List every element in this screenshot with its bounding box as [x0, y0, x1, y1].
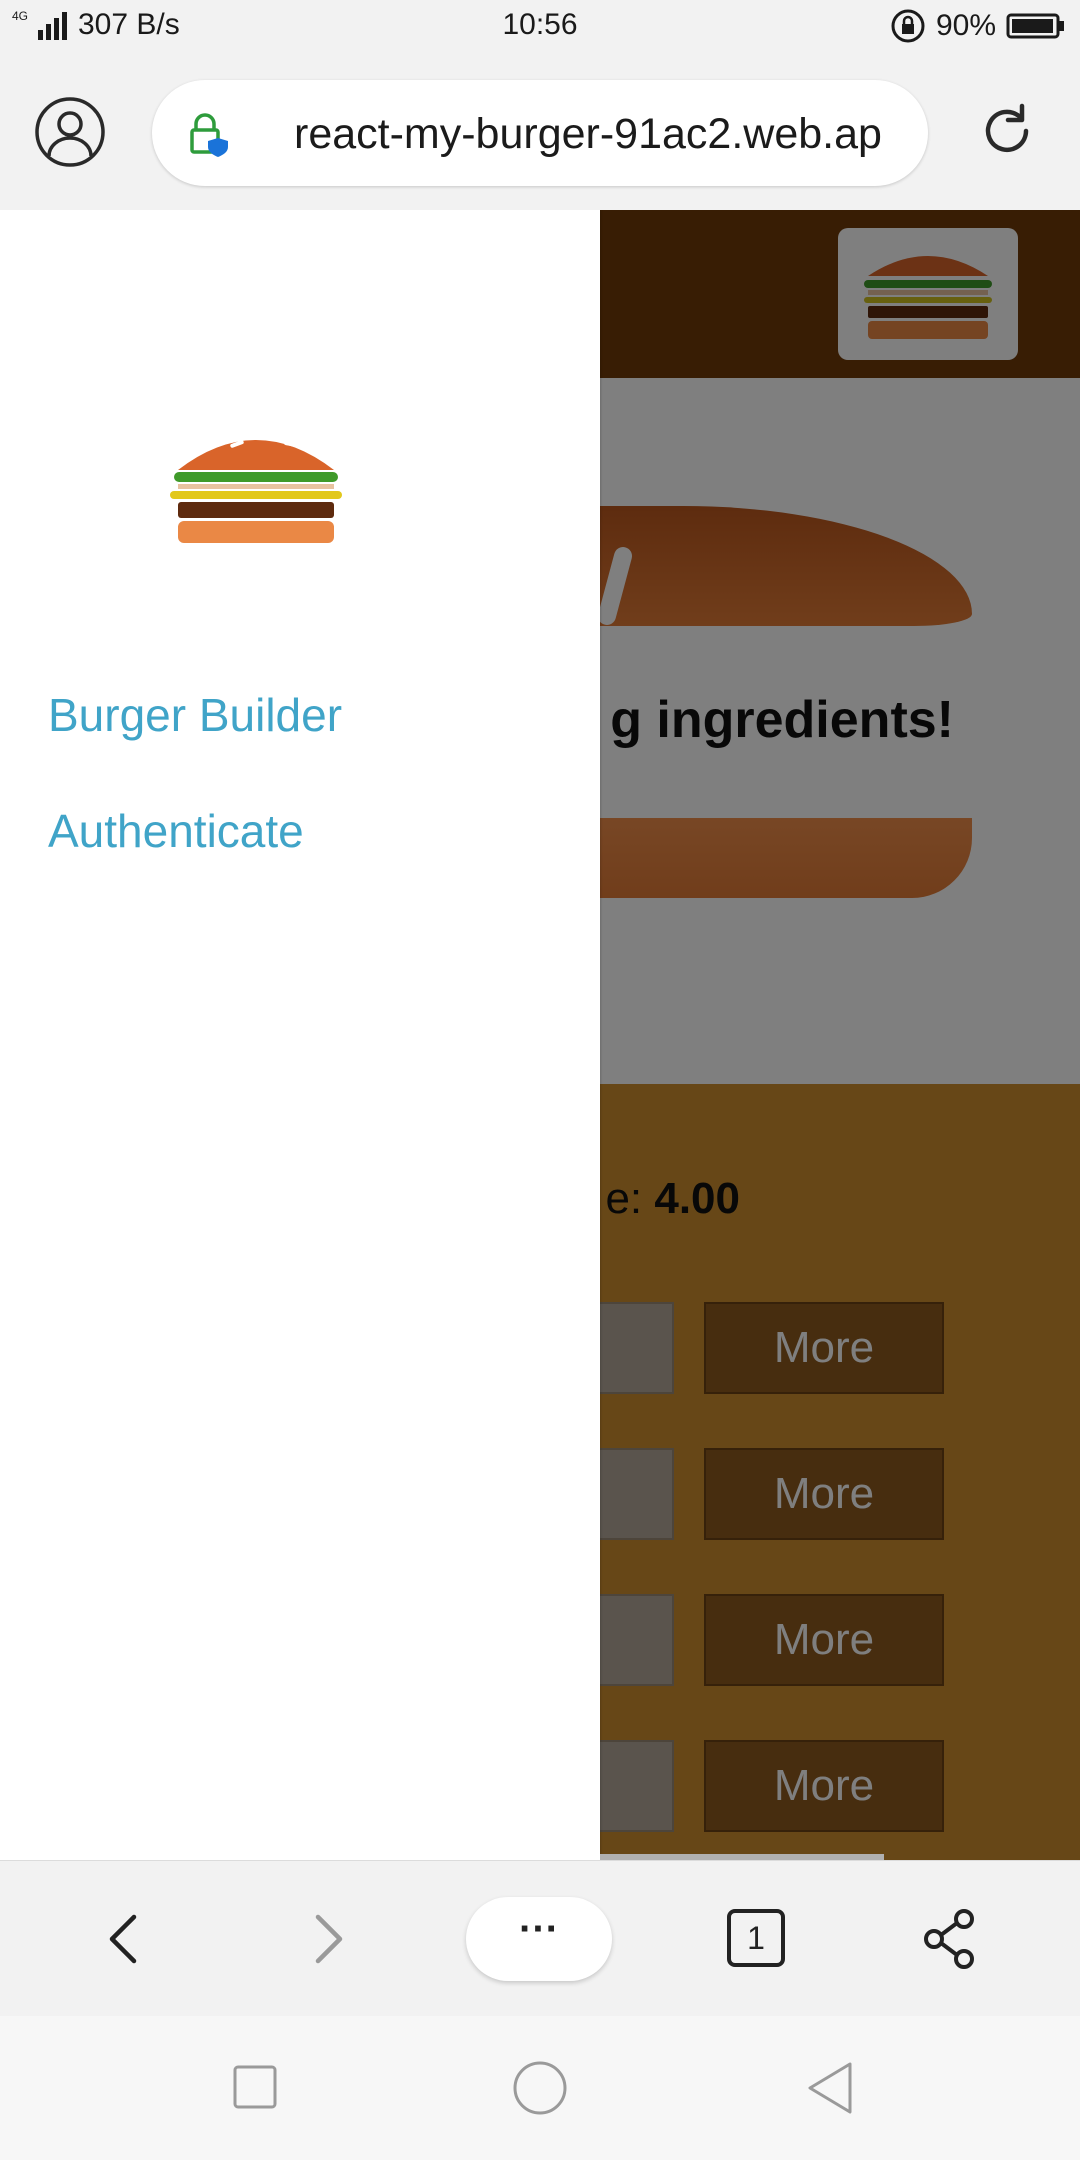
menu-button[interactable]: ···	[466, 1897, 612, 1981]
battery-percent: 90%	[935, 9, 996, 42]
url-text: react-my-burger-91ac2.web.ap	[294, 110, 882, 158]
profile-icon[interactable]	[34, 96, 106, 168]
browser-toolbar: react-my-burger-91ac2.web.ap	[0, 56, 1080, 210]
address-bar[interactable]: react-my-burger-91ac2.web.ap	[152, 80, 928, 186]
rotation-lock-icon	[891, 9, 925, 43]
side-drawer: Burger Builder Authenticate	[0, 210, 600, 1860]
recents-icon[interactable]	[232, 2064, 278, 2110]
tabs-icon[interactable]: 1	[727, 1909, 785, 1967]
lock-shield-icon	[190, 113, 228, 157]
share-icon[interactable]	[918, 1907, 982, 1971]
nav-authenticate[interactable]: Authenticate	[48, 804, 304, 858]
system-navigation-bar	[0, 2016, 1080, 2160]
battery-icon	[1006, 13, 1064, 39]
status-right: 90%	[890, 8, 1066, 44]
nav-burger-builder[interactable]: Burger Builder	[48, 688, 342, 742]
back-icon[interactable]	[94, 1907, 158, 1971]
system-back-icon[interactable]	[804, 2060, 856, 2116]
home-icon[interactable]	[512, 2060, 568, 2116]
burger-app: g ingredients! e: 4.00 More More More Mo…	[0, 210, 1080, 1860]
burger-logo-icon	[170, 425, 342, 543]
status-bar: 4G 307 B/s 10:56 90%	[0, 0, 1080, 56]
forward-icon[interactable]	[294, 1907, 358, 1971]
browser-bottom-bar: ··· 1	[0, 1860, 1080, 2016]
reload-icon[interactable]	[978, 102, 1036, 160]
